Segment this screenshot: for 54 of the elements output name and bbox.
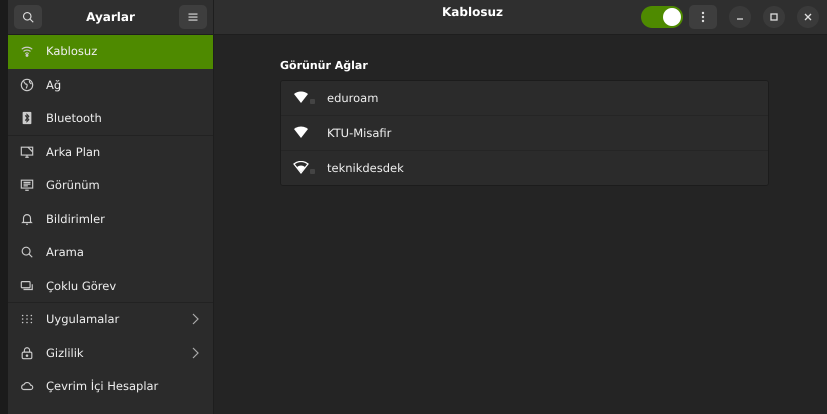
sidebar-item[interactable]: Çoklu Görev <box>8 270 213 303</box>
search-icon <box>20 245 34 260</box>
sidebar-item[interactable]: Bluetooth <box>8 102 213 136</box>
maximize-icon <box>770 13 778 21</box>
sidebar-item[interactable]: Bildirimler <box>8 202 213 236</box>
network-row[interactable]: teknikdesdek <box>281 151 768 185</box>
display-icon <box>20 178 34 192</box>
chevron-right-icon <box>191 346 199 359</box>
bell-icon <box>20 212 34 226</box>
more-button[interactable] <box>689 5 717 29</box>
sidebar-item[interactable]: Görünüm <box>8 169 213 202</box>
section-heading: Görünür Ağlar <box>280 59 369 72</box>
sidebar-item-label: Bildirimler <box>46 212 106 226</box>
menu-button[interactable] <box>178 5 207 29</box>
sidebar-item-label: Arka Plan <box>46 144 102 159</box>
bluetooth-icon <box>20 111 34 126</box>
network-name: eduroam <box>327 91 378 105</box>
monitor-icon <box>20 144 34 159</box>
sidebar-item[interactable]: Arama <box>8 236 213 270</box>
sidebar-item[interactable]: Çevrim İçi Hesaplar <box>8 370 213 404</box>
network-row[interactable]: KTU-Misafir <box>281 116 768 151</box>
menu-icon <box>186 11 199 23</box>
lock-icon <box>20 346 34 360</box>
sidebar-item-label: Bluetooth <box>46 111 103 126</box>
network-name: KTU-Misafir <box>327 126 392 140</box>
maximize-button[interactable] <box>763 6 785 28</box>
sidebar-item[interactable]: Uygulamalar <box>8 303 213 336</box>
globe-icon <box>20 78 34 92</box>
close-button[interactable] <box>797 6 819 28</box>
chevron-right-icon <box>191 313 199 326</box>
network-name: teknikdesdek <box>327 161 404 175</box>
windows-icon <box>20 278 34 293</box>
sidebar-item[interactable]: Ağ <box>8 68 213 102</box>
minimize-button[interactable] <box>729 6 751 28</box>
sidebar-item-label: Arama <box>46 245 85 260</box>
sidebar-item-label: Görünüm <box>46 178 101 192</box>
sidebar-item[interactable]: Arka Plan <box>8 136 213 169</box>
sidebar-item-label: Uygulamalar <box>46 312 120 326</box>
network-row[interactable]: eduroam <box>281 81 768 116</box>
more-icon <box>701 11 705 23</box>
sidebar-item-label: Ağ <box>46 78 62 92</box>
close-icon <box>804 13 812 21</box>
sidebar-item-label: Çevrim İçi Hesaplar <box>46 379 160 394</box>
sidebar-item[interactable]: Kablosuz <box>8 35 213 68</box>
sidebar-item-label: Çoklu Görev <box>46 278 118 293</box>
sidebar-item[interactable]: Gizlilik <box>8 336 213 370</box>
wifi-icon <box>20 44 34 58</box>
wifi-toggle[interactable] <box>641 6 683 28</box>
sidebar-title: Ayarlar <box>86 10 135 24</box>
sidebar-item-label: Kablosuz <box>46 44 98 58</box>
search-icon <box>22 11 34 23</box>
sidebar-item-label: Gizlilik <box>46 346 85 360</box>
search-button[interactable] <box>14 5 42 29</box>
page-title: Kablosuz <box>440 5 504 19</box>
